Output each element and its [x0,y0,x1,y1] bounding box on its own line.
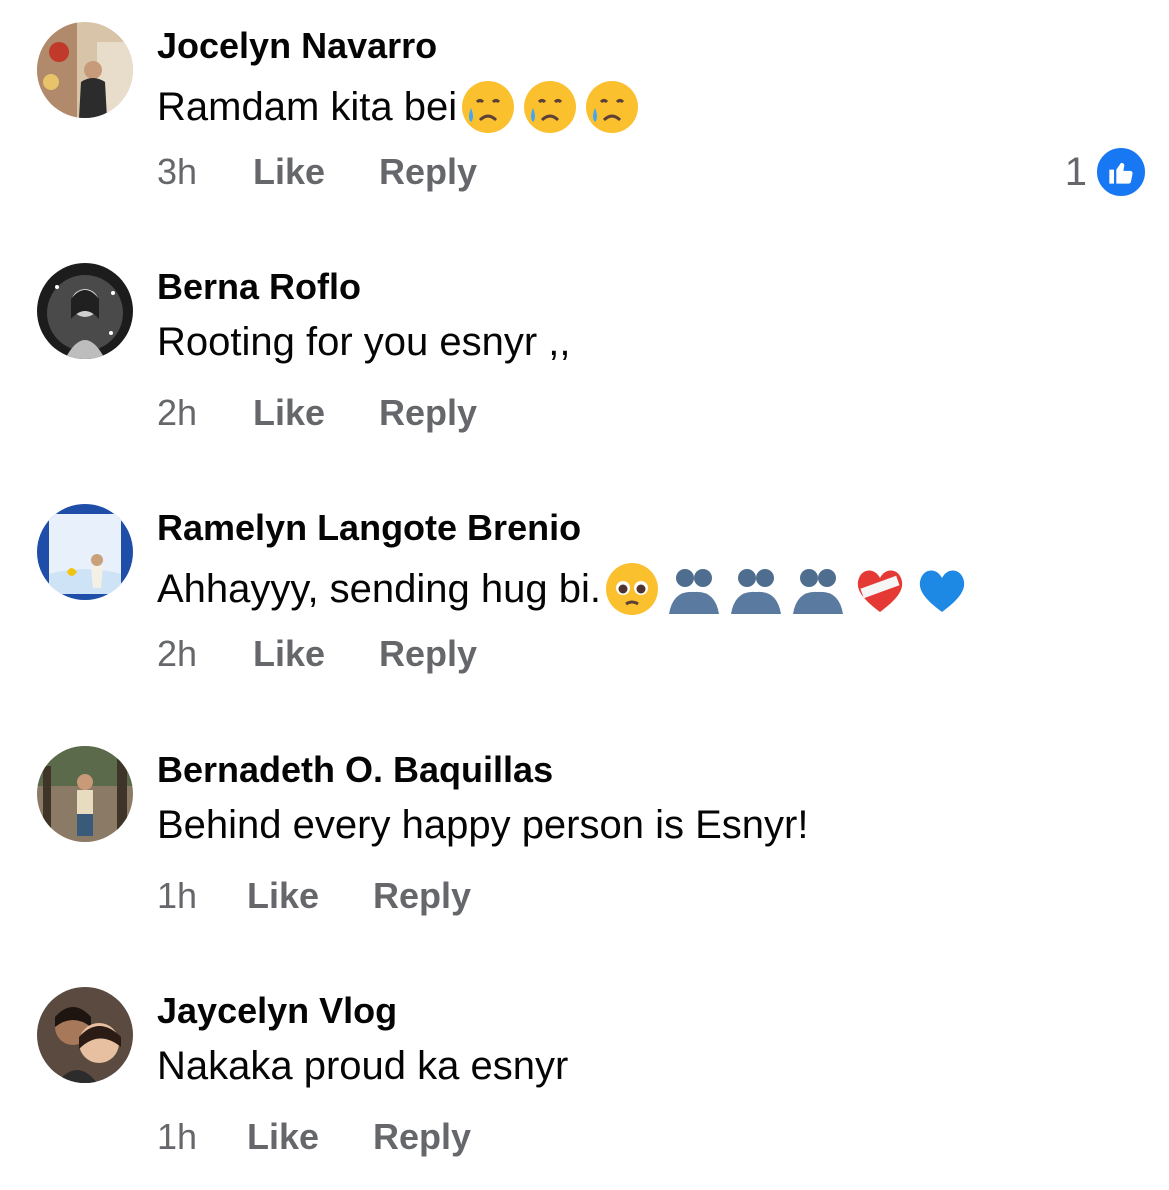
mending-heart-icon [851,560,909,618]
like-button[interactable]: Like [253,152,379,192]
comment-body: Behind every happy person is Esnyr! [157,803,809,847]
like-button[interactable]: Like [247,1117,373,1157]
comment: Berna Roflo Rooting for you esnyr ,, 2h … [0,241,1169,441]
comment-body: Nakaka proud ka esnyr [157,1044,569,1088]
avatar[interactable] [37,987,133,1083]
reply-button[interactable]: Reply [379,152,477,192]
comment-text: Ahhayyy, sending hug bi. [157,560,975,618]
avatar[interactable] [37,746,133,842]
comment-actions: 3h Like Reply [157,152,477,192]
comment-actions: 1h Like Reply [157,876,471,916]
comment-timestamp[interactable]: 1h [157,1117,247,1157]
comment: Jaycelyn Vlog Nakaka proud ka esnyr 1h L… [0,965,1169,1165]
comment-timestamp[interactable]: 3h [157,152,253,192]
reaction-count: 1 [1064,149,1087,194]
comment-actions: 1h Like Reply [157,1117,471,1157]
sad-but-relieved-face-icon [583,78,641,136]
people-hugging-icon [727,560,785,618]
comment-author[interactable]: Ramelyn Langote Brenio [157,508,581,548]
comment-actions: 2h Like Reply [157,393,477,433]
comment: Ramelyn Langote Brenio Ahhayyy, sending … [0,482,1169,682]
comment: Jocelyn Navarro Ramdam kita bei 3h Like … [0,0,1169,200]
people-hugging-icon [665,560,723,618]
like-button[interactable]: Like [253,634,379,674]
like-button[interactable]: Like [247,876,373,916]
people-hugging-icon [789,560,847,618]
avatar[interactable] [37,504,133,600]
sad-but-relieved-face-icon [459,78,517,136]
reply-button[interactable]: Reply [379,634,477,674]
comment: Bernadeth O. Baquillas Behind every happ… [0,724,1169,924]
comment-author[interactable]: Berna Roflo [157,267,361,307]
reply-button[interactable]: Reply [373,1117,471,1157]
like-button[interactable]: Like [253,393,379,433]
comment-timestamp[interactable]: 2h [157,634,253,674]
comment-body: Ramdam kita bei [157,85,458,129]
comment-author[interactable]: Bernadeth O. Baquillas [157,750,553,790]
reply-button[interactable]: Reply [379,393,477,433]
pleading-face-icon [603,560,661,618]
reply-button[interactable]: Reply [373,876,471,916]
comment-actions: 2h Like Reply [157,634,477,674]
avatar[interactable] [37,263,133,359]
comment-author[interactable]: Jocelyn Navarro [157,26,437,66]
thumbs-up-icon [1095,146,1147,198]
sad-but-relieved-face-icon [521,78,579,136]
comment-body: Ahhayyy, sending hug bi. [157,567,602,611]
comment-text: Ramdam kita bei [157,78,645,136]
comment-author[interactable]: Jaycelyn Vlog [157,991,397,1031]
blue-heart-icon [913,560,971,618]
comment-timestamp[interactable]: 1h [157,876,247,916]
comment-timestamp[interactable]: 2h [157,393,253,433]
comment-text: Rooting for you esnyr ,, [157,319,571,365]
comment-text: Behind every happy person is Esnyr! [157,802,808,848]
reaction-summary[interactable]: 1 [1065,146,1147,198]
comment-body: Rooting for you esnyr ,, [157,320,571,364]
comment-text: Nakaka proud ka esnyr [157,1043,568,1089]
avatar[interactable] [37,22,133,118]
